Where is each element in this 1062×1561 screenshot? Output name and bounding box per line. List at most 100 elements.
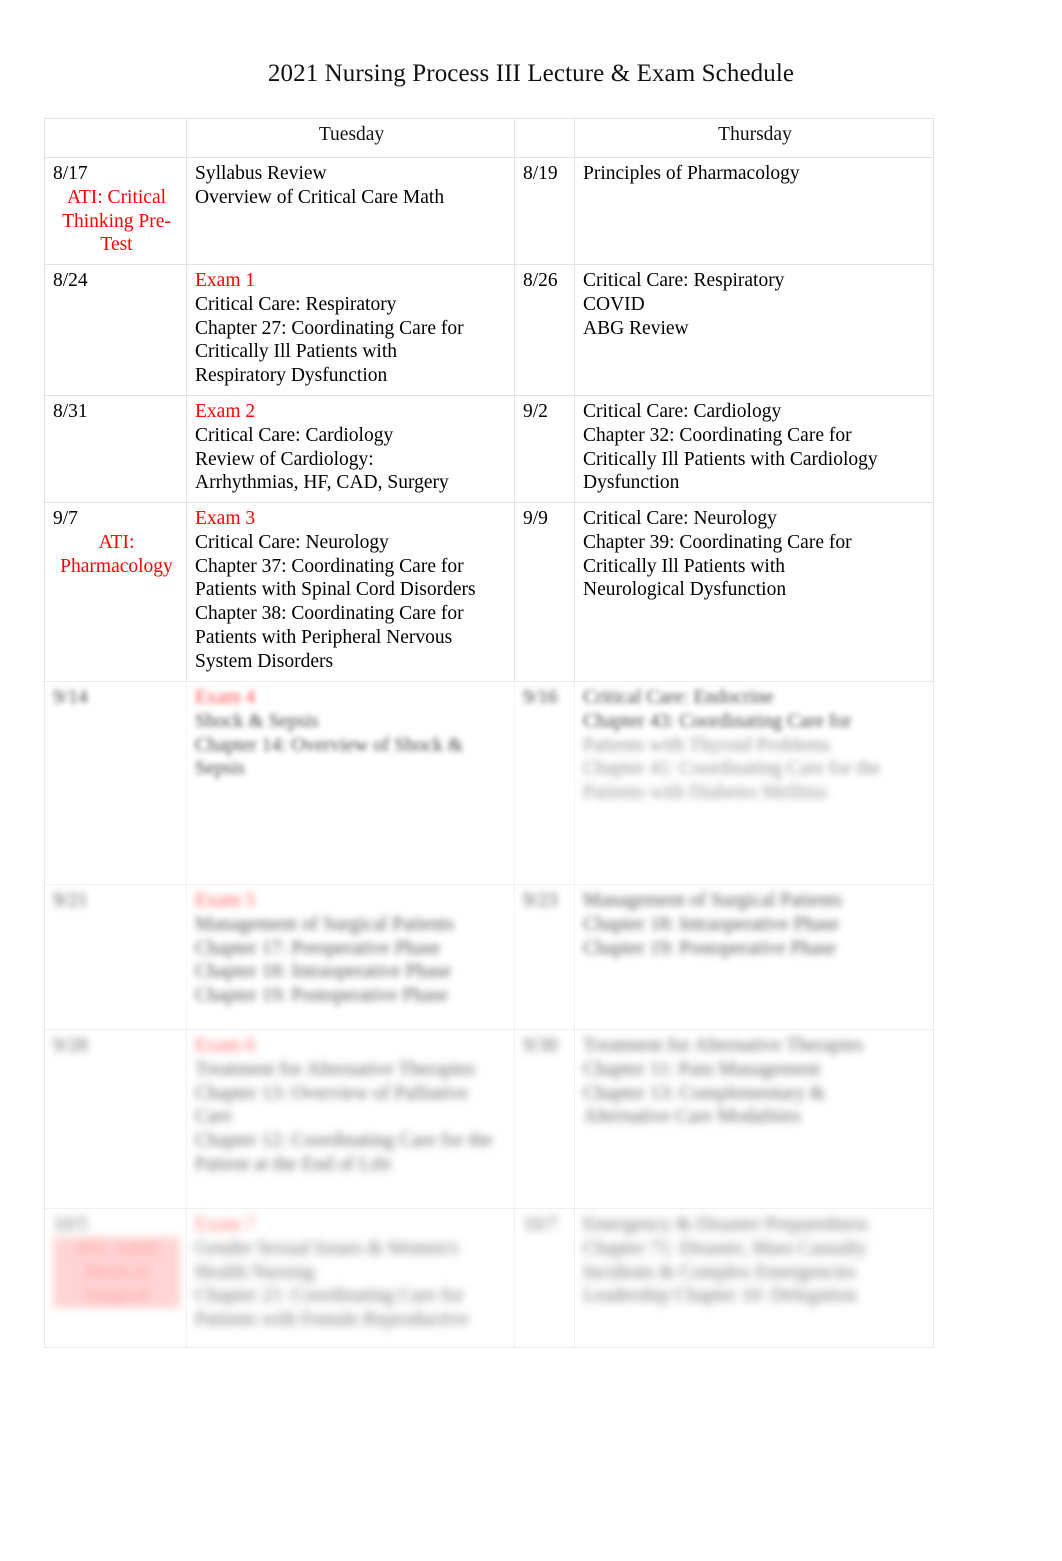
lecture-line: Management of Surgical Patients [195, 913, 455, 935]
lecture-line: Chapter 11: Pain Management [583, 1058, 821, 1080]
thursday-date-cell: 9/16 [514, 681, 575, 885]
thursday-date: 9/23 [523, 890, 558, 911]
lecture-line: Patient at the End of Life [195, 1153, 392, 1175]
tuesday-content-cell: Exam 4 Shock & Sepsis Chapter 14: Overview… [186, 681, 515, 885]
exam-label: Exam 1 [195, 270, 256, 291]
lecture-line: Gender Sexual Issues & Women's [195, 1237, 459, 1259]
tuesday-date: 8/17 [53, 163, 88, 184]
table-header-row: Tuesday Thursday [44, 118, 934, 158]
lecture-line: Emergency & Disaster Preparedness [583, 1214, 869, 1235]
ati-note: ATI: Critical Thinking Pre-Test [62, 186, 171, 256]
lecture-line: Patients with Peripheral Nervous [195, 626, 453, 648]
lecture-line: Chapter 13: Overview of Palliative [195, 1082, 468, 1104]
thursday-content-cell: Critical Care: Cardiology Chapter 32: Coo… [574, 395, 934, 503]
tuesday-date: 9/28 [53, 1035, 88, 1056]
lecture-line: Patients with Thyroid Problems [583, 734, 831, 756]
lecture-line: Critically Ill Patients with [583, 555, 786, 577]
tuesday-date-cell: 9/21 [44, 884, 187, 1030]
tuesday-line-list: Exam 3 Critical Care: Neurology Chapter 37… [195, 507, 508, 674]
lecture-line: Chapter 18: Intraoperative Phase [195, 961, 452, 983]
thursday-date-cell: 9/30 [514, 1029, 575, 1209]
ati-note: ATI: Adult Medical Surgical [53, 1236, 180, 1309]
tuesday-date-cell: 9/7 ATI: Pharmacology [44, 502, 187, 682]
lecture-line: Chapter 19: Postoperative Phase [583, 937, 836, 959]
thursday-content-cell: Critical Care: Endocrine Chapter 43: Coor… [574, 681, 934, 885]
lecture-line: Care [195, 1106, 232, 1128]
tuesday-content-cell: Exam 6 Treatment for Alternative Therapie… [186, 1029, 515, 1209]
table-row: 9/28 Exam 6 Treatment for Alternative Ther… [44, 1029, 934, 1209]
table-row: 9/21 Exam 5 Management of Surgical Patient… [44, 884, 934, 1030]
exam-label: Exam 5 [195, 890, 256, 911]
tuesday-date-cell: 8/31 [44, 395, 187, 503]
thursday-content-cell: Management of Surgical Patients Chapter 1… [574, 884, 934, 1030]
thursday-date: 9/9 [523, 508, 548, 529]
lecture-line: ABG Review [583, 317, 689, 339]
header-cell-tuesday: Tuesday [186, 118, 515, 158]
lecture-line: Critical Care: Neurology [583, 508, 777, 529]
tuesday-date: 9/14 [53, 687, 88, 708]
tuesday-line-list: Exam 4 Shock & Sepsis Chapter 14: Overview… [195, 686, 508, 781]
thursday-content-cell: Critical Care: Neurology Chapter 39: Coor… [574, 502, 934, 682]
ati-note: ATI: Pharmacology [60, 531, 173, 577]
exam-label: Exam 7 [195, 1214, 256, 1235]
thursday-line-list: Emergency & Disaster Preparedness Chapter… [583, 1213, 927, 1308]
header-cell-blank-1 [44, 118, 187, 158]
lecture-line: Chapter 14: Overview of Shock & [195, 734, 464, 756]
lecture-line: Principles of Pharmacology [583, 163, 800, 184]
lecture-line: Chapter 43: Coordinating Care for [583, 710, 852, 732]
exam-label: Exam 6 [195, 1035, 256, 1056]
header-label-tuesday: Tuesday [318, 124, 385, 145]
lecture-line: Chapter 39: Coordinating Care for [583, 531, 852, 553]
header-cell-thursday: Thursday [574, 118, 934, 158]
thursday-date: 9/2 [523, 401, 548, 422]
thursday-date: 9/16 [523, 687, 558, 708]
lecture-line: Critical Care: Cardiology [583, 401, 782, 422]
tuesday-date-cell: 9/14 [44, 681, 187, 885]
lecture-line: Patients with Female Reproductive [195, 1309, 469, 1331]
table-row: 9/7 ATI: Pharmacology Exam 3 Critical Care:… [44, 502, 934, 682]
thursday-line-list: Critical Care: Neurology Chapter 39: Coor… [583, 507, 927, 602]
lecture-line: Patients with Diabetes Mellitus [583, 782, 828, 804]
lecture-line: COVID [583, 293, 645, 315]
tuesday-date-cell: 8/24 [44, 264, 187, 396]
lecture-line: Chapter 32: Coordinating Care for [583, 424, 852, 446]
document-page: 2021 Nursing Process III Lecture & Exam … [0, 0, 1062, 1561]
lecture-line: Critical Care: Respiratory [195, 293, 397, 315]
lecture-line: Respiratory Dysfunction [195, 365, 388, 387]
lecture-line: Chapter 37: Coordinating Care for [195, 555, 464, 577]
lecture-line: Incidents & Complex Emergencies [583, 1261, 857, 1283]
lecture-line: Alternative Care Modalities [583, 1106, 801, 1128]
lecture-line: Sepsis [195, 758, 245, 780]
thursday-date-cell: 9/2 [514, 395, 575, 503]
table-row: 8/24 Exam 1 Critical Care: Respiratory Chap… [44, 264, 934, 396]
tuesday-content-cell: Syllabus Review Overview of Critical Care… [186, 157, 515, 265]
tuesday-date-cell: 8/17 ATI: Critical Thinking Pre-Test [44, 157, 187, 265]
exam-label: Exam 2 [195, 401, 256, 422]
lecture-line: Critical Care: Cardiology [195, 424, 394, 446]
lecture-line: Chapter 13: Complementary & [583, 1082, 826, 1104]
exam-label: Exam 3 [195, 508, 256, 529]
thursday-line-list: Treatment for Alternative Therapies Chapt… [583, 1034, 927, 1129]
thursday-content-cell: Emergency & Disaster Preparedness Chapter… [574, 1208, 934, 1348]
tuesday-content-cell: Exam 2 Critical Care: Cardiology Review of… [186, 395, 515, 503]
thursday-content-cell: Treatment for Alternative Therapies Chapt… [574, 1029, 934, 1209]
thursday-date-cell: 8/26 [514, 264, 575, 396]
lecture-line: Chapter 38: Coordinating Care for [195, 603, 464, 625]
lecture-line: Chapter 12: Coordinating Care for the [195, 1130, 493, 1152]
schedule-table-container: Tuesday Thursday 8/17 ATI: Critical Thinkin… [44, 118, 934, 1348]
thursday-line-list: Critical Care: Respiratory COVID ABG Revie… [583, 269, 927, 340]
thursday-line-list: Management of Surgical Patients Chapter 1… [583, 889, 927, 960]
thursday-line-list: Principles of Pharmacology [583, 162, 927, 186]
lecture-line: Overview of Critical Care Math [195, 186, 445, 208]
tuesday-content-cell: Exam 5 Management of Surgical Patients Cha… [186, 884, 515, 1030]
lecture-line: Syllabus Review [195, 163, 327, 184]
thursday-content-cell: Critical Care: Respiratory COVID ABG Revie… [574, 264, 934, 396]
header-cell-blank-2 [514, 118, 575, 158]
lecture-line: Health Nursing [195, 1261, 315, 1283]
lecture-line: Chapter 18: Intraoperative Phase [583, 913, 840, 935]
tuesday-line-list: Exam 7 Gender Sexual Issues & Women's Heal… [195, 1213, 508, 1332]
tuesday-line-list: Exam 2 Critical Care: Cardiology Review of… [195, 400, 508, 495]
lecture-line: Arrhythmias, HF, CAD, Surgery [195, 472, 449, 494]
tuesday-content-cell: Exam 1 Critical Care: Respiratory Chapter … [186, 264, 515, 396]
page-title: 2021 Nursing Process III Lecture & Exam … [267, 60, 795, 87]
